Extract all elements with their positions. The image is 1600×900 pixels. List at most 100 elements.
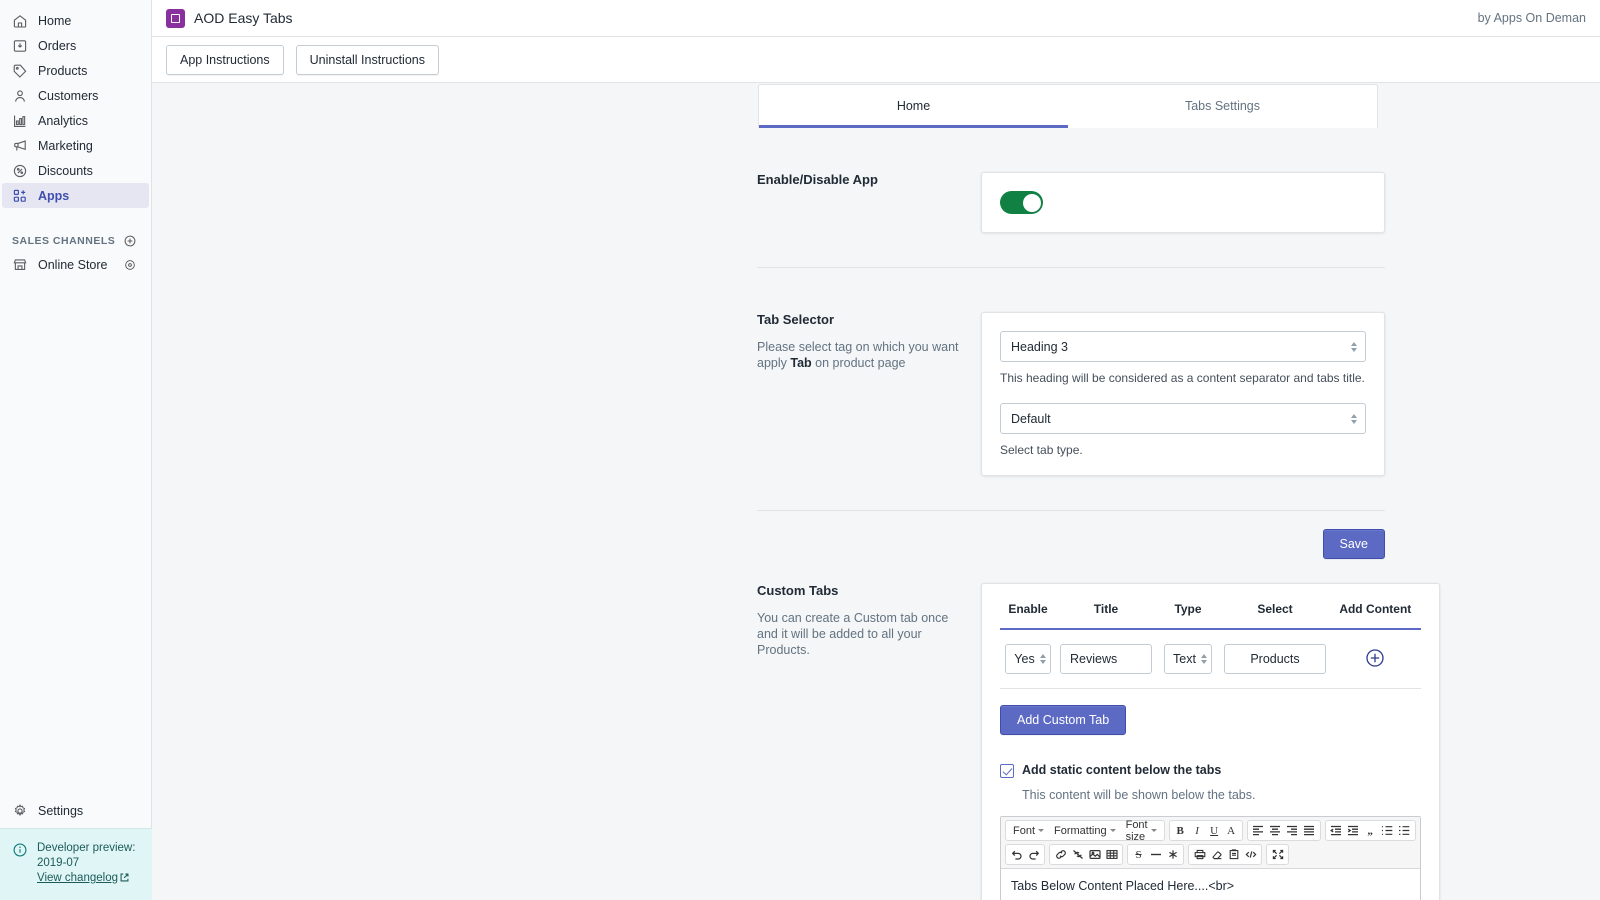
text-color-icon[interactable]: A <box>1223 822 1240 839</box>
row-products-button[interactable]: Products <box>1224 644 1326 674</box>
align-center-icon[interactable] <box>1267 822 1284 839</box>
sidebar: Home Orders Products Customers Analytics… <box>0 0 152 900</box>
custom-tabs-label: Custom Tabs You can create a Custom tab … <box>757 583 981 900</box>
image-icon[interactable] <box>1086 846 1103 863</box>
row-enable-select[interactable]: Yes <box>1005 644 1051 674</box>
add-sales-channel-icon[interactable] <box>123 234 137 248</box>
tab-selector-save-wrap: Save <box>757 529 1385 559</box>
undo-icon[interactable] <box>1008 846 1025 863</box>
sidebar-item-label: Marketing <box>38 138 93 153</box>
horizontal-rule-icon[interactable] <box>1147 846 1164 863</box>
editor-content[interactable]: Tabs Below Content Placed Here....<br> <box>1001 869 1420 900</box>
paste-icon[interactable] <box>1225 846 1242 863</box>
outdent-icon[interactable] <box>1328 822 1345 839</box>
tab-tabs-settings[interactable]: Tabs Settings <box>1068 85 1377 128</box>
editor-toolbar: Font Formatting Font size B I U A „ S <box>1001 817 1420 869</box>
sales-channel-row: Online Store <box>0 252 151 277</box>
fullscreen-icon[interactable] <box>1269 846 1286 863</box>
unordered-list-icon[interactable] <box>1396 822 1413 839</box>
editor-format-group: S <box>1127 844 1184 865</box>
blockquote-icon[interactable]: „ <box>1362 822 1379 839</box>
enable-disable-card <box>981 172 1385 233</box>
circle-plus-icon[interactable] <box>1365 648 1385 668</box>
chevron-down-icon <box>1150 829 1157 832</box>
app-instructions-button[interactable]: App Instructions <box>166 44 284 75</box>
row-type-select[interactable]: Text <box>1164 644 1212 674</box>
static-content-checkbox[interactable] <box>1000 764 1014 778</box>
admin-layout: Home Orders Products Customers Analytics… <box>0 0 1600 900</box>
align-justify-icon[interactable] <box>1301 822 1318 839</box>
sidebar-item-label: Online Store <box>38 257 108 272</box>
special-char-icon[interactable] <box>1164 846 1181 863</box>
tab-label: Home <box>896 99 931 113</box>
indent-icon[interactable] <box>1345 822 1362 839</box>
editor-indent-group: „ <box>1324 820 1416 841</box>
tab-type-select[interactable]: Default <box>1000 403 1366 434</box>
view-changelog-label: View changelog <box>37 872 118 884</box>
underline-icon[interactable]: U <box>1206 822 1223 839</box>
view-changelog-link[interactable]: View changelog <box>37 871 129 886</box>
sidebar-item-settings[interactable]: Settings <box>0 794 152 828</box>
marketing-icon <box>12 138 28 154</box>
align-left-icon[interactable] <box>1250 822 1267 839</box>
font-size-dropdown[interactable]: Font size <box>1121 819 1162 843</box>
redo-icon[interactable] <box>1025 846 1042 863</box>
font-size-dropdown-label: Font size <box>1125 818 1148 843</box>
sidebar-item-home[interactable]: Home <box>2 8 149 33</box>
info-icon <box>12 842 28 886</box>
products-icon <box>12 63 28 79</box>
preview-store-icon[interactable] <box>123 258 137 272</box>
sidebar-item-discounts[interactable]: Discounts <box>2 158 149 183</box>
sidebar-item-marketing[interactable]: Marketing <box>2 133 149 158</box>
app-logo-icon <box>166 8 185 28</box>
chevron-down-icon <box>1038 829 1045 832</box>
rich-text-editor: Font Formatting Font size B I U A „ S Ta… <box>1000 816 1421 900</box>
ordered-list-icon[interactable] <box>1379 822 1396 839</box>
formatting-dropdown[interactable]: Formatting <box>1049 822 1121 839</box>
font-dropdown[interactable]: Font <box>1008 822 1049 839</box>
tab-type-select-value: Default <box>1011 411 1051 426</box>
stepper-icon <box>1351 413 1357 424</box>
tab-selector-row: Tab Selector Please select tag on which … <box>757 312 1385 476</box>
page-scroll-area[interactable]: Home Tabs Settings Enable/Disable App Ta… <box>152 84 1600 900</box>
heading-help-text: This heading will be considered as a con… <box>1000 371 1365 385</box>
strikethrough-icon[interactable]: S <box>1130 846 1147 863</box>
column-header-type: Type <box>1156 602 1220 630</box>
sidebar-item-customers[interactable]: Customers <box>2 83 149 108</box>
align-right-icon[interactable] <box>1284 822 1301 839</box>
sidebar-item-online-store[interactable]: Online Store <box>2 252 121 277</box>
uninstall-instructions-button[interactable]: Uninstall Instructions <box>295 44 439 75</box>
custom-tabs-desc: You can create a Custom tab once and it … <box>757 611 949 657</box>
chevron-down-icon <box>1109 829 1116 832</box>
link-icon[interactable] <box>1052 846 1069 863</box>
italic-icon[interactable]: I <box>1189 822 1206 839</box>
heading-select[interactable]: Heading 3 <box>1000 331 1366 362</box>
editor-history-group <box>1005 844 1045 865</box>
column-header-add-content: Add Content <box>1330 602 1421 630</box>
sidebar-item-analytics[interactable]: Analytics <box>2 108 149 133</box>
enable-app-toggle[interactable] <box>1000 191 1043 214</box>
gear-icon <box>12 803 28 819</box>
external-link-icon <box>120 873 129 882</box>
sidebar-item-products[interactable]: Products <box>2 58 149 83</box>
tab-selector-title: Tab Selector <box>757 312 835 327</box>
row-title-input[interactable] <box>1060 644 1152 674</box>
sidebar-item-apps[interactable]: Apps <box>2 183 149 208</box>
add-custom-tab-button[interactable]: Add Custom Tab <box>1000 705 1127 735</box>
tab-home[interactable]: Home <box>759 85 1068 128</box>
unlink-icon[interactable] <box>1069 846 1086 863</box>
bold-icon[interactable]: B <box>1172 822 1189 839</box>
column-header-enable: Enable <box>1000 602 1056 630</box>
sales-channels-label: SALES CHANNELS <box>12 235 116 247</box>
print-icon[interactable] <box>1191 846 1208 863</box>
online-store-icon <box>12 257 28 273</box>
table-icon[interactable] <box>1103 846 1120 863</box>
eraser-icon[interactable] <box>1208 846 1225 863</box>
sidebar-item-orders[interactable]: Orders <box>2 33 149 58</box>
app-title: AOD Easy Tabs <box>194 10 293 26</box>
save-button[interactable]: Save <box>1322 529 1385 559</box>
source-code-icon[interactable] <box>1242 846 1259 863</box>
stepper-icon <box>1039 654 1046 664</box>
font-dropdown-label: Font <box>1013 824 1036 837</box>
desc-bold: Tab <box>790 356 812 370</box>
